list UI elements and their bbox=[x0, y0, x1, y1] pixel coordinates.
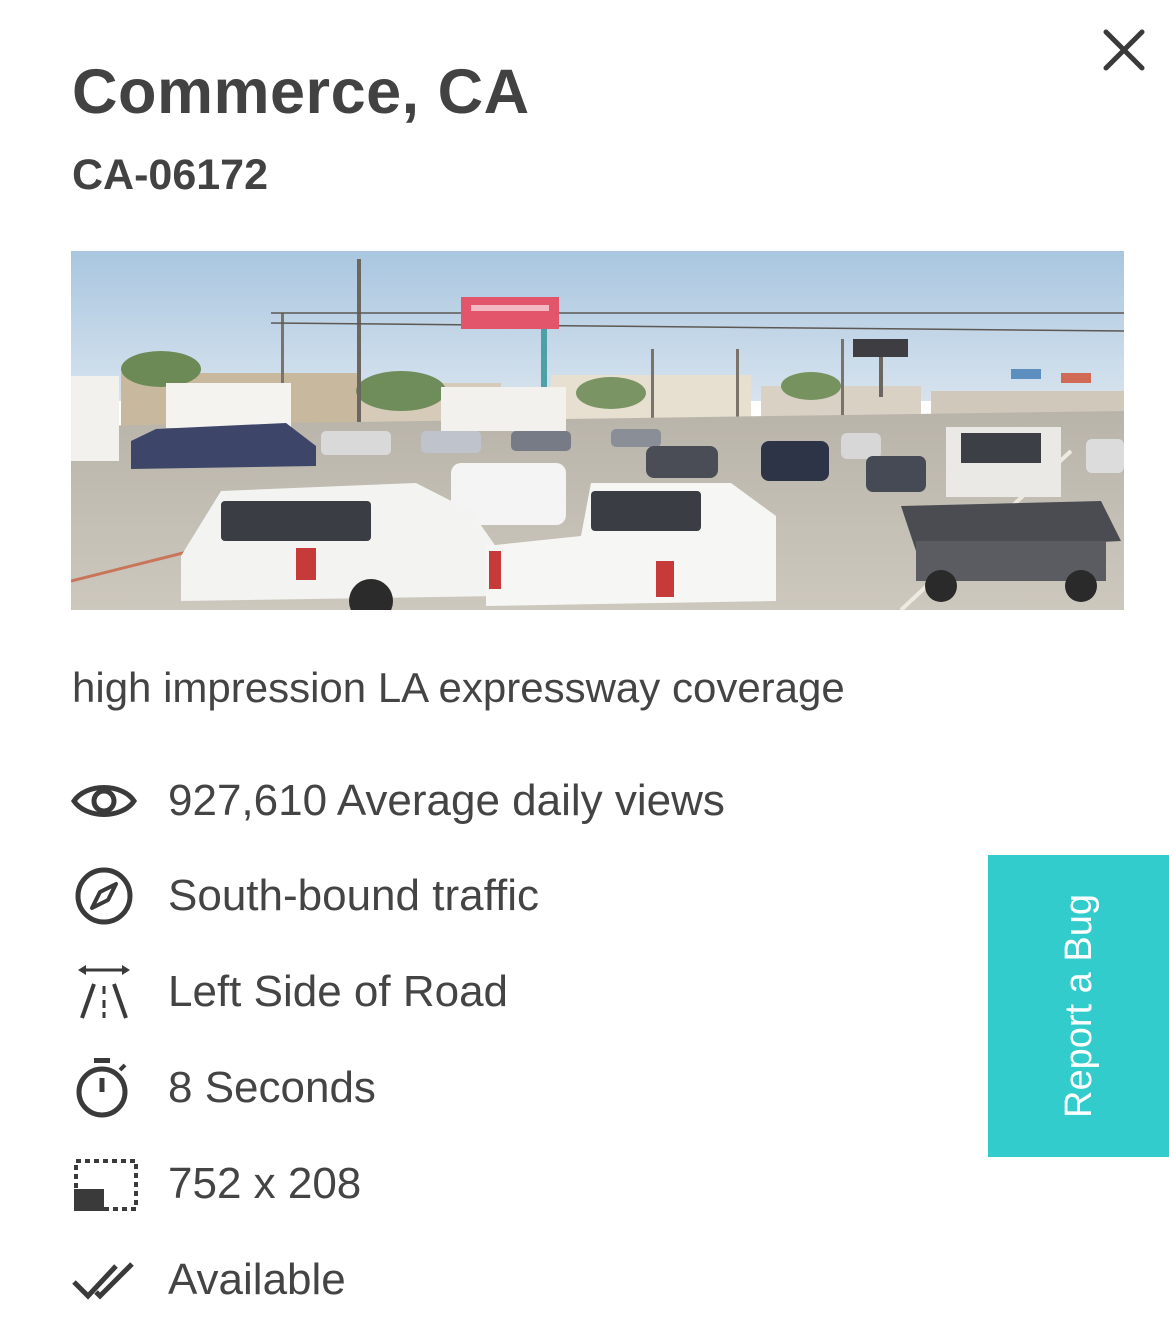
close-icon bbox=[1103, 29, 1145, 71]
feature-availability-text: Available bbox=[168, 1255, 346, 1304]
feature-availability: Available bbox=[70, 1248, 346, 1312]
feature-traffic-direction: South-bound traffic bbox=[70, 864, 539, 928]
feature-traffic-direction-text: South-bound traffic bbox=[168, 871, 539, 920]
billboard-photo bbox=[71, 251, 1124, 610]
feature-duration: 8 Seconds bbox=[70, 1056, 376, 1120]
report-bug-button[interactable]: Report a Bug bbox=[988, 855, 1169, 1157]
compass-icon bbox=[70, 864, 140, 928]
feature-road-side-text: Left Side of Road bbox=[168, 967, 509, 1016]
feature-road-side: Left Side of Road bbox=[70, 960, 508, 1024]
close-button[interactable] bbox=[1096, 22, 1152, 78]
feature-duration-text: 8 Seconds bbox=[168, 1063, 376, 1112]
feature-dimensions: 752 x 208 bbox=[70, 1152, 361, 1216]
billboard-details-panel: Commerce, CA CA-06172 high impression LA… bbox=[0, 0, 1169, 1327]
double-check-icon bbox=[70, 1248, 140, 1312]
billboard-code: CA-06172 bbox=[72, 151, 268, 199]
billboard-description: high impression LA expressway coverage bbox=[72, 664, 845, 711]
stopwatch-icon bbox=[70, 1056, 140, 1120]
dimensions-icon bbox=[70, 1152, 140, 1216]
eye-icon bbox=[70, 769, 140, 833]
road-side-icon bbox=[70, 960, 140, 1024]
page-title: Commerce, CA bbox=[72, 57, 530, 127]
report-bug-label: Report a Bug bbox=[1057, 894, 1100, 1118]
feature-daily-views: 927,610 Average daily views bbox=[70, 769, 725, 833]
feature-dimensions-text: 752 x 208 bbox=[168, 1159, 362, 1208]
feature-daily-views-text: 927,610 Average daily views bbox=[168, 776, 725, 825]
